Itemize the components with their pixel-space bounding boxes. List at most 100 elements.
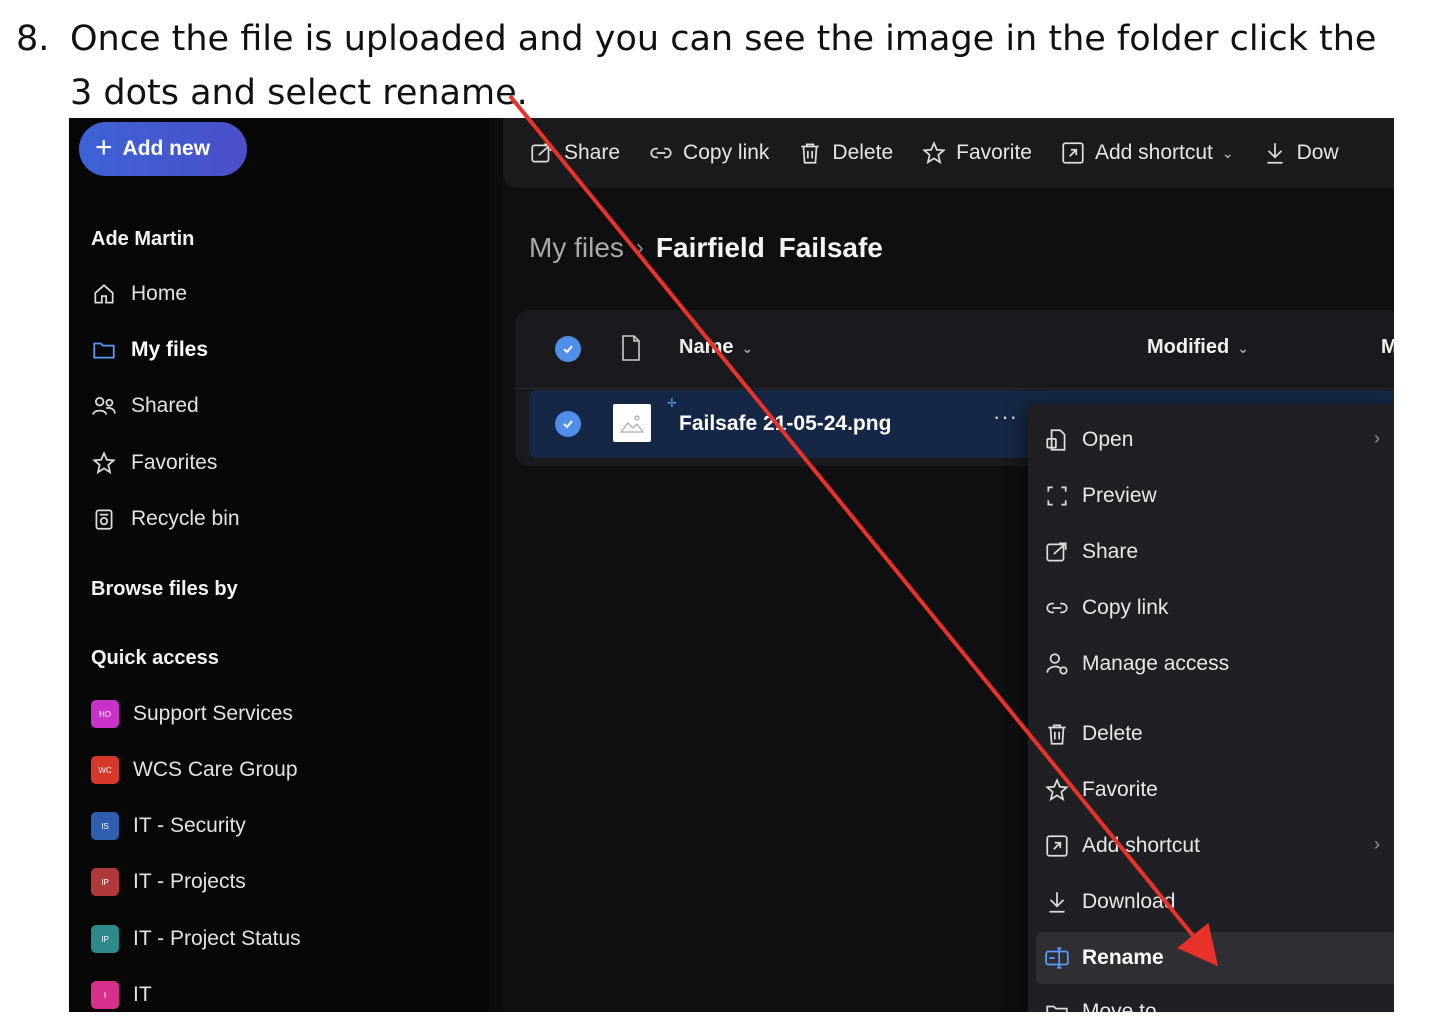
- menu-item-delete[interactable]: Delete: [1036, 708, 1394, 760]
- sidebar-item-my-files[interactable]: My files: [91, 332, 208, 368]
- menu-item-favorite[interactable]: Favorite: [1036, 764, 1394, 816]
- sidebar: + Add new Ade Martin Home My files Share…: [69, 118, 489, 1012]
- quick-access-item[interactable]: IS IT - Security: [91, 808, 246, 844]
- download-command[interactable]: Dow: [1262, 140, 1339, 166]
- command-label: Share: [564, 141, 621, 164]
- menu-item-label: Share: [1082, 540, 1139, 563]
- sidebar-item-label: Favorites: [131, 451, 218, 474]
- menu-item-label: Favorite: [1082, 778, 1158, 801]
- sidebar-item-label: My files: [131, 338, 209, 361]
- menu-item-label: Add shortcut: [1082, 834, 1200, 857]
- manage-access-icon: [1046, 653, 1068, 675]
- step-number: 8.: [16, 19, 50, 59]
- menu-item-label: Copy link: [1082, 596, 1169, 619]
- image-thumbnail-icon: [613, 404, 651, 442]
- favorite-command[interactable]: Favorite: [921, 140, 1032, 166]
- site-logo-icon: WC: [91, 756, 119, 784]
- menu-item-manage-access[interactable]: Manage access: [1036, 638, 1394, 690]
- column-label: Name: [679, 336, 734, 358]
- quick-access-label: Support Services: [133, 702, 293, 725]
- menu-item-label: Rename: [1082, 946, 1164, 969]
- quick-access-item[interactable]: HO Support Services: [91, 696, 293, 732]
- command-label: Copy link: [683, 141, 770, 164]
- share-command[interactable]: Share: [529, 140, 620, 166]
- site-logo-icon: IS: [91, 812, 119, 840]
- sidebar-item-favorites[interactable]: Favorites: [91, 445, 217, 481]
- menu-item-open[interactable]: Open ›: [1036, 414, 1394, 466]
- people-icon: [92, 397, 116, 415]
- menu-item-move-to[interactable]: Move to: [1036, 988, 1394, 1012]
- quick-access-item[interactable]: IP IT - Projects: [91, 864, 246, 900]
- sidebar-item-recycle-bin[interactable]: Recycle bin: [91, 501, 240, 537]
- quick-access-item[interactable]: I IT: [91, 977, 152, 1012]
- file-name[interactable]: Failsafe 21-05-24.png: [679, 412, 891, 436]
- sidebar-item-home[interactable]: Home: [91, 276, 187, 312]
- chevron-right-icon: ›: [635, 234, 644, 261]
- folder-icon: [93, 342, 115, 359]
- quick-access-label: IT - Project Status: [133, 927, 301, 950]
- home-icon: [94, 284, 114, 304]
- quick-access-item[interactable]: IP IT - Project Status: [91, 921, 301, 957]
- modified-column-header[interactable]: Modified ⌄: [1147, 336, 1249, 359]
- select-all-checkbox[interactable]: [555, 336, 581, 362]
- name-column-header[interactable]: Name ⌄: [679, 336, 753, 359]
- site-logo-icon: HO: [91, 700, 119, 728]
- add-shortcut-command[interactable]: Add shortcut ⌄: [1060, 140, 1234, 166]
- quick-access-item[interactable]: WC WCS Care Group: [91, 752, 298, 788]
- delete-command[interactable]: Delete: [797, 140, 893, 166]
- menu-item-download[interactable]: Download: [1036, 876, 1394, 928]
- main-pane: Share Copy link Delete Favorite Add shor…: [503, 118, 1394, 1012]
- menu-item-label: Preview: [1082, 484, 1157, 507]
- instruction-line-1: Once the file is uploaded and you can se…: [70, 19, 1377, 59]
- site-logo-icon: I: [91, 981, 119, 1009]
- browse-files-heading[interactable]: Browse files by: [91, 578, 238, 601]
- menu-item-label: Download: [1082, 890, 1176, 913]
- menu-item-label: Open: [1082, 428, 1134, 451]
- menu-item-label: Move to: [1082, 1000, 1157, 1012]
- menu-item-preview[interactable]: Preview: [1036, 470, 1394, 522]
- chevron-down-icon: ⌄: [1221, 144, 1234, 161]
- sidebar-item-label: Recycle bin: [131, 507, 240, 530]
- onedrive-screenshot: + Add new Ade Martin Home My files Share…: [69, 118, 1394, 1012]
- rename-icon: [1045, 947, 1069, 969]
- menu-item-add-shortcut[interactable]: Add shortcut ›: [1036, 820, 1394, 872]
- copy-link-command[interactable]: Copy link: [648, 140, 769, 166]
- link-icon: [1046, 602, 1068, 614]
- more-options-icon[interactable]: ···: [993, 404, 1018, 430]
- sidebar-item-shared[interactable]: Shared: [91, 388, 199, 424]
- quick-access-heading: Quick access: [91, 647, 219, 669]
- menu-item-rename[interactable]: Rename: [1036, 932, 1394, 984]
- quick-access-label: IT: [133, 983, 152, 1006]
- command-label: Dow: [1296, 141, 1339, 164]
- file-type-icon: [622, 335, 640, 361]
- add-new-button[interactable]: + Add new: [79, 122, 247, 176]
- chevron-down-icon: ⌄: [741, 340, 754, 356]
- menu-item-copy-link[interactable]: Copy link: [1036, 582, 1394, 634]
- recycle-bin-icon: [95, 509, 113, 530]
- checkmark-icon: [563, 420, 573, 429]
- shortcut-icon: [1046, 835, 1068, 857]
- shortcut-icon: [1062, 142, 1084, 164]
- star-icon: [92, 451, 116, 475]
- row-checkbox[interactable]: [555, 411, 581, 437]
- link-icon: [650, 147, 672, 159]
- star-icon: [1045, 778, 1069, 802]
- instruction-line-2: 3 dots and select rename.: [70, 73, 528, 113]
- breadcrumb-my-files[interactable]: My files: [529, 232, 624, 264]
- breadcrumb-current-folder: Fairfield Failsafe: [655, 232, 883, 263]
- trash-icon: [1048, 724, 1066, 745]
- download-icon: [1267, 143, 1283, 164]
- file-list-header: Name ⌄ Modified ⌄ M: [515, 310, 1394, 389]
- image-icon: [619, 415, 645, 433]
- command-label: Favorite: [956, 141, 1032, 164]
- command-label: Add shortcut: [1094, 141, 1213, 164]
- chevron-right-icon: ›: [1374, 428, 1380, 448]
- context-menu: Open › Preview Share Copy link Manage ac…: [1028, 404, 1394, 1012]
- checkmark-icon: [563, 345, 573, 354]
- third-column-header[interactable]: M: [1381, 336, 1394, 359]
- site-logo-icon: IP: [91, 925, 119, 953]
- quick-access-label: IT - Projects: [133, 870, 246, 893]
- menu-item-share[interactable]: Share: [1036, 526, 1394, 578]
- command-label: Delete: [832, 141, 894, 164]
- plus-icon: +: [95, 130, 113, 164]
